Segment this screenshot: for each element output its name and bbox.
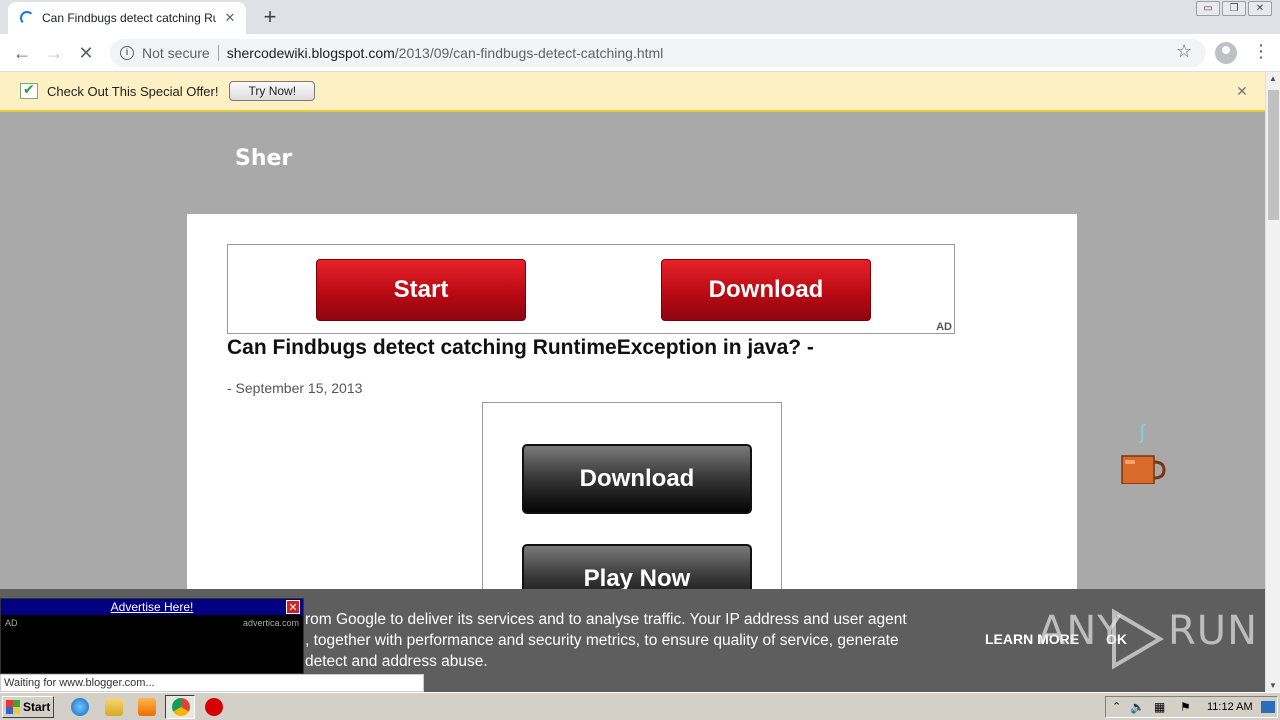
watermark-run: RUN — [1168, 608, 1258, 654]
windows-logo-icon — [6, 700, 20, 714]
scrollbar-thumb[interactable] — [1268, 90, 1279, 220]
opera-icon[interactable] — [205, 698, 223, 716]
menu-kebab-icon[interactable]: ⋮ — [1252, 41, 1270, 62]
ad-close-icon[interactable]: ✕ — [286, 600, 300, 614]
post-date[interactable]: - September 15, 2013 — [227, 380, 362, 396]
infobar-close-icon[interactable]: ✕ — [1233, 82, 1251, 100]
ad-label: AD — [936, 321, 952, 333]
taskbar-chrome-button[interactable] — [165, 695, 195, 719]
minimize-button[interactable]: ▭ — [1196, 1, 1220, 16]
show-desktop-icon[interactable] — [1261, 701, 1275, 713]
url-path[interactable]: /2013/09/can-findbugs-detect-catching.ht… — [395, 45, 664, 61]
new-tab-button[interactable]: + — [258, 5, 282, 29]
screen: Can Findbugs detect catching Runtim ✕ + … — [0, 0, 1280, 720]
infobar-message: Check Out This Special Offer! — [47, 83, 219, 99]
back-button[interactable]: ← — [10, 41, 34, 65]
scroll-up-arrow-icon[interactable]: ▲ — [1269, 74, 1277, 83]
browser-toolbar: ← → ✕ i Not secure shercodewiki.blogspot… — [0, 34, 1280, 72]
volume-icon[interactable]: 🔈 — [1130, 700, 1145, 714]
windows-taskbar: Start ⌃ 🔈 ▦ ⚑ 11:12 AM — [0, 692, 1280, 720]
cookie-message: rom Google to deliver its services and t… — [305, 609, 945, 672]
watermark-any: ANY — [1038, 608, 1123, 654]
cookie-line-1: rom Google to deliver its services and t… — [305, 611, 907, 628]
tab-active[interactable]: Can Findbugs detect catching Runtim ✕ — [8, 2, 246, 34]
omnibox-divider — [217, 45, 219, 61]
start-button[interactable]: Start — [2, 696, 54, 718]
ad-download-button[interactable]: Download — [661, 259, 871, 321]
site-title[interactable]: Sher — [235, 146, 292, 171]
address-bar[interactable]: i Not secure shercodewiki.blogspot.com /… — [110, 39, 1206, 67]
ad-start-button[interactable]: Start — [316, 259, 526, 321]
ad-source[interactable]: advertica.com — [243, 618, 299, 628]
ad-download-black-button[interactable]: Download — [522, 444, 752, 514]
network-icon[interactable]: ▦ — [1154, 700, 1165, 714]
scroll-down-arrow-icon[interactable]: ▼ — [1269, 681, 1277, 690]
tab-strip: Can Findbugs detect catching Runtim ✕ + … — [0, 0, 1280, 34]
media-player-icon[interactable] — [138, 698, 156, 716]
status-bubble: Waiting for www.blogger.com... — [0, 674, 424, 692]
security-label[interactable]: Not secure — [142, 45, 210, 61]
close-window-button[interactable]: ✕ — [1248, 1, 1272, 16]
forward-button[interactable]: → — [42, 41, 66, 65]
url-host[interactable]: shercodewiki.blogspot.com — [227, 45, 395, 61]
window-controls: ▭ ❐ ✕ — [1196, 1, 1272, 16]
advertise-here-ad[interactable]: Advertise Here! ✕ AD advertica.com — [0, 598, 304, 674]
coffee-mug-icon — [1121, 455, 1166, 484]
chrome-icon — [172, 698, 190, 716]
cookie-line-3: detect and address abuse. — [305, 653, 488, 670]
checkmark-icon — [20, 81, 38, 99]
action-center-flag-icon[interactable]: ⚑ — [1180, 700, 1191, 714]
stop-loading-button[interactable]: ✕ — [74, 41, 98, 65]
post-title[interactable]: Can Findbugs detect catching RuntimeExce… — [227, 336, 814, 360]
info-icon[interactable]: i — [120, 46, 134, 60]
bookmark-star-icon[interactable]: ☆ — [1176, 41, 1192, 62]
cookie-line-2: , together with performance and security… — [305, 632, 899, 649]
tab-close-icon[interactable]: ✕ — [222, 10, 238, 26]
tray-expand-icon[interactable]: ⌃ — [1112, 700, 1121, 713]
loading-spinner-icon — [20, 11, 34, 25]
try-now-button[interactable]: Try Now! — [229, 81, 316, 101]
vertical-scrollbar[interactable]: ▲ ▼ — [1265, 72, 1280, 692]
offer-infobar: Check Out This Special Offer! Try Now! ✕ — [0, 72, 1265, 112]
ie-icon[interactable] — [71, 698, 89, 716]
ad-label: AD — [5, 618, 18, 628]
start-label: Start — [23, 700, 51, 714]
profile-avatar[interactable] — [1215, 42, 1237, 64]
top-banner-ad[interactable]: Start Download AD — [227, 244, 955, 334]
restore-button[interactable]: ❐ — [1222, 1, 1246, 16]
tab-title: Can Findbugs detect catching Runtim — [42, 11, 216, 25]
explorer-folder-icon[interactable] — [105, 698, 123, 716]
advertise-here-link[interactable]: Advertise Here! — [1, 599, 303, 615]
taskbar-clock[interactable]: 11:12 AM — [1207, 701, 1253, 713]
